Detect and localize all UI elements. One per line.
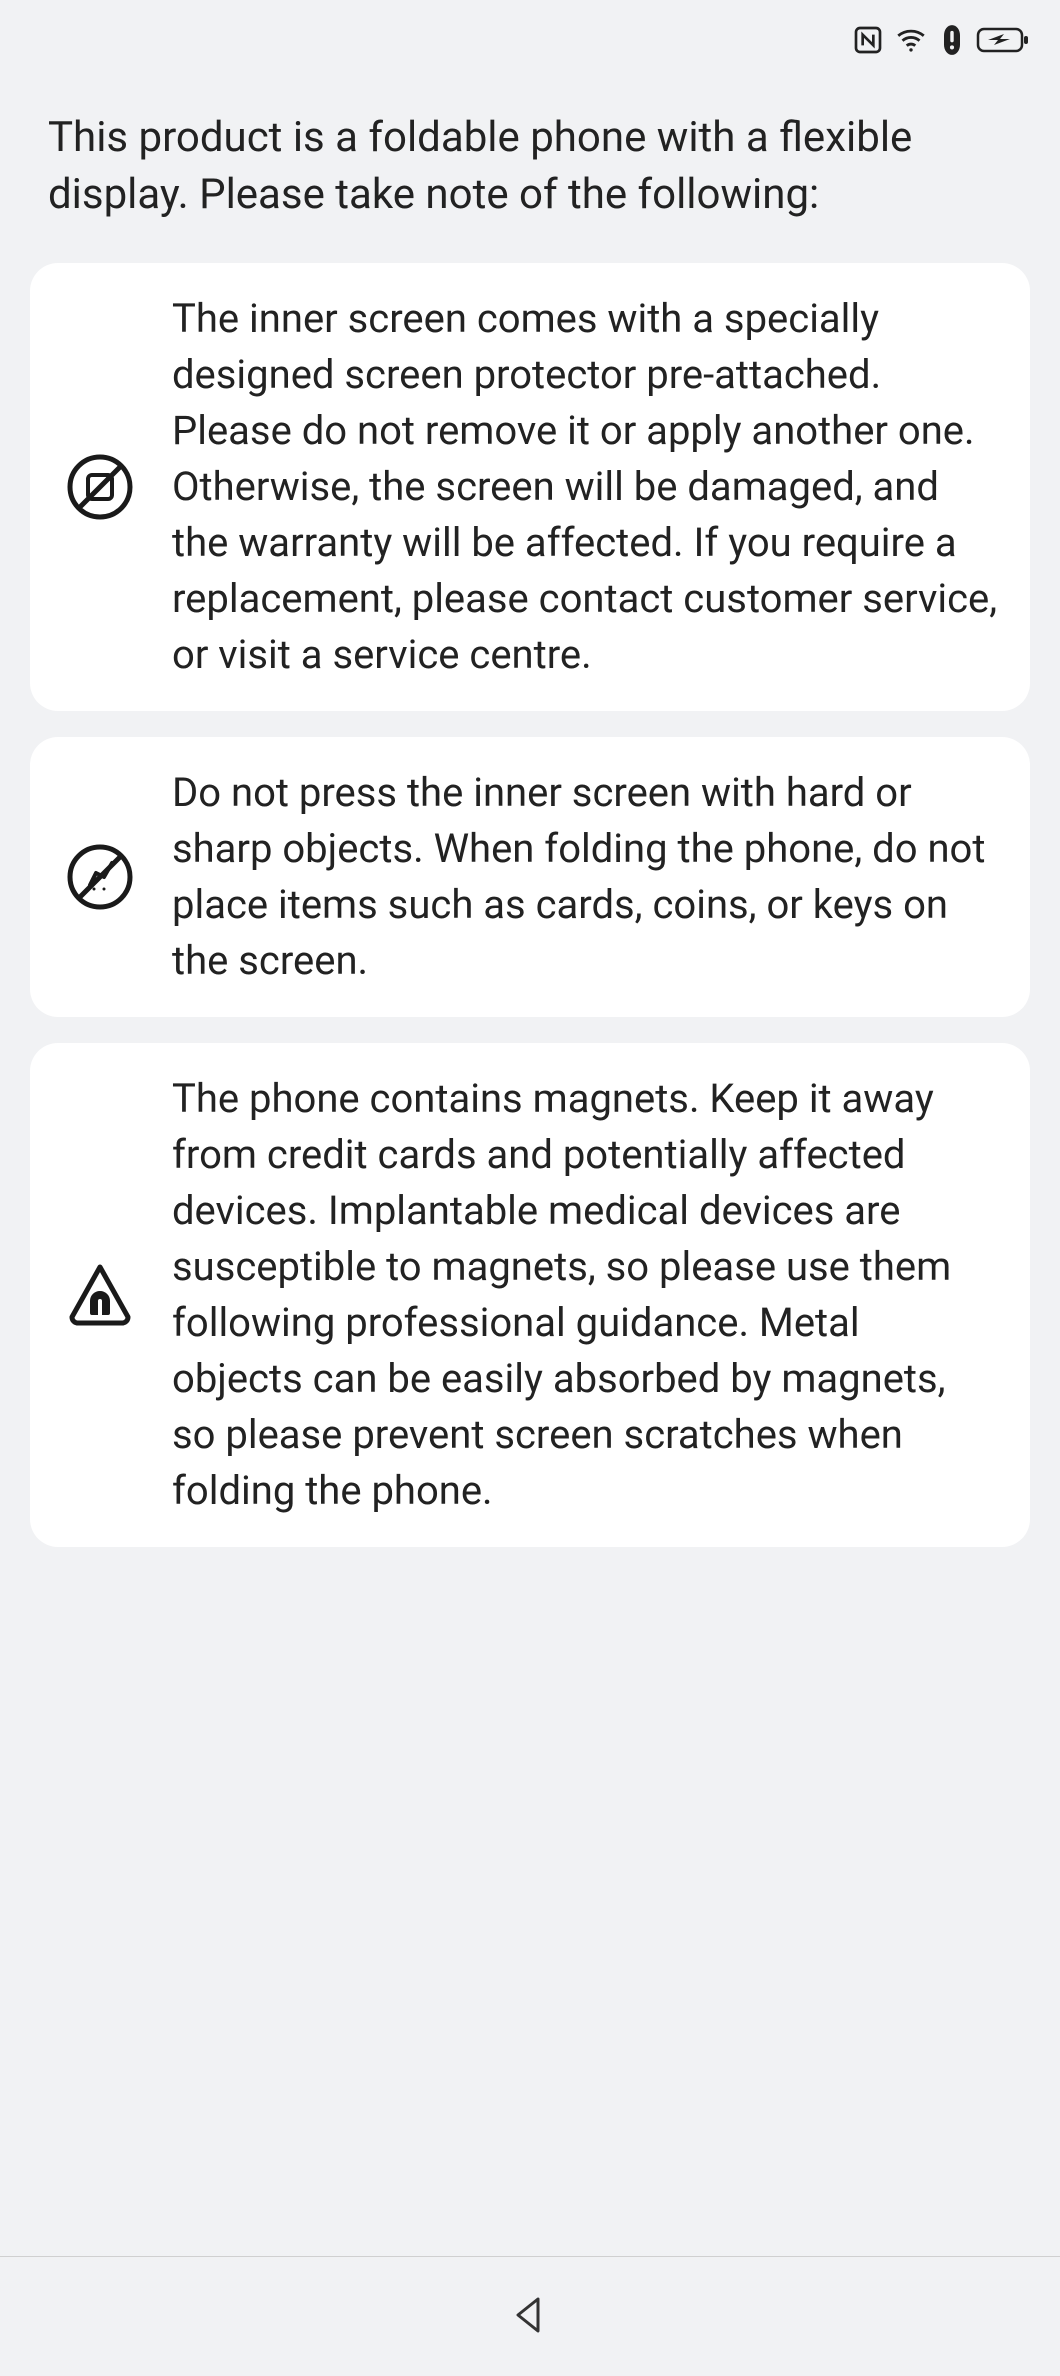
info-card: The inner screen comes with a specially … [30, 263, 1030, 711]
card-text: The phone contains magnets. Keep it away… [172, 1071, 998, 1519]
wifi-icon [894, 23, 928, 57]
navigation-bar [0, 2256, 1060, 2376]
battery-charging-icon [976, 25, 1030, 55]
no-peel-icon [50, 451, 150, 523]
info-card: The phone contains magnets. Keep it away… [30, 1043, 1030, 1547]
card-text: The inner screen comes with a specially … [172, 291, 998, 683]
info-card: Do not press the inner screen with hard … [30, 737, 1030, 1017]
intro-text: This product is a foldable phone with a … [0, 80, 1060, 263]
nfc-icon [852, 24, 884, 56]
status-bar [0, 0, 1060, 80]
alert-icon [938, 24, 966, 56]
card-text: Do not press the inner screen with hard … [172, 765, 998, 989]
info-cards: The inner screen comes with a specially … [0, 263, 1060, 1547]
magnet-warning-icon [50, 1259, 150, 1331]
no-sharp-icon [50, 841, 150, 913]
back-button[interactable] [508, 2293, 552, 2341]
